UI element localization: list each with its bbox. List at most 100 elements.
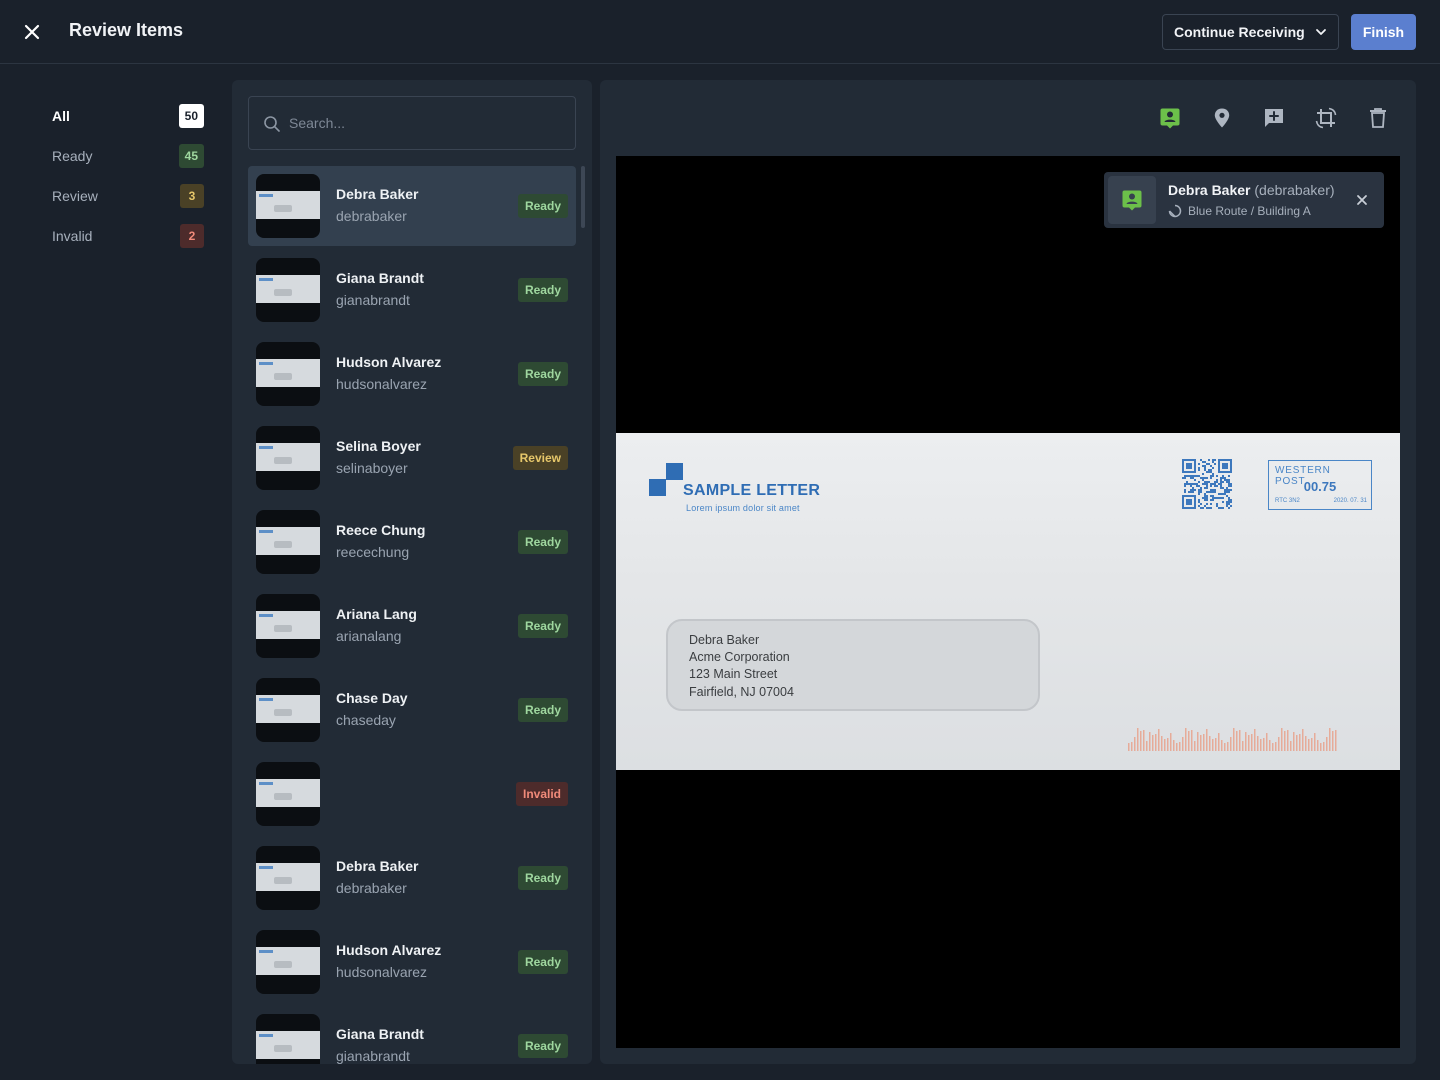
item-thumbnail (256, 678, 320, 742)
status-badge: Ready (517, 950, 568, 974)
add-comment-button[interactable] (1260, 104, 1288, 132)
thumbnail-envelope (256, 191, 320, 219)
address-line: Debra Baker (689, 633, 760, 647)
list-item[interactable]: Ariana Lang arianalang Ready (248, 586, 576, 666)
list-item[interactable]: Invalid (248, 754, 576, 834)
status-badge: Ready (517, 614, 568, 638)
item-name: Chase Day (336, 690, 408, 706)
thumbnail-envelope (256, 1031, 320, 1059)
item-username: gianabrandt (336, 1048, 410, 1064)
recipient-card: Debra Baker (debrabaker) Blue Route / Bu… (1104, 172, 1384, 228)
location-pin-icon (1214, 108, 1230, 128)
continue-receiving-button[interactable]: Continue Receiving (1162, 14, 1339, 50)
location-button[interactable] (1208, 104, 1236, 132)
close-icon (24, 24, 40, 40)
crop-rotate-button[interactable] (1312, 104, 1340, 132)
status-badge: Ready (517, 194, 568, 218)
item-thumbnail (256, 510, 320, 574)
search-box[interactable] (248, 96, 576, 150)
recipient-route: Blue Route / Building A (1188, 204, 1311, 218)
postage-stamp: WESTERN POST 00.75 RTC 3N2 2020. 07. 31 (1268, 460, 1372, 510)
add-comment-icon (1265, 109, 1283, 127)
status-filter-list: All 50 Ready 45 Review 3 Invalid 2 (36, 96, 216, 256)
status-badge: Ready (517, 866, 568, 890)
thumbnail-envelope (256, 947, 320, 975)
list-item[interactable]: Hudson Alvarez hudsonalvarez Ready (248, 922, 576, 1002)
assign-recipient-icon (1160, 108, 1180, 129)
item-detail-panel: SAMPLE LETTER Lorem ipsum dolor sit amet… (600, 80, 1416, 1064)
close-button[interactable] (18, 18, 46, 46)
item-thumbnail (256, 846, 320, 910)
filter-count-badge: 2 (180, 224, 204, 248)
status-badge: Ready (517, 1034, 568, 1058)
item-username: hudsonalvarez (336, 964, 428, 980)
item-thumbnail (256, 342, 320, 406)
item-name: Hudson Alvarez (336, 354, 442, 370)
recipient-name-text: Debra Baker (1168, 182, 1251, 198)
item-username: reecechung (336, 544, 410, 560)
envelope-image: SAMPLE LETTER Lorem ipsum dolor sit amet… (616, 433, 1400, 770)
item-list-panel: Debra Baker debrabaker Ready Giana Brandt gi… (232, 80, 592, 1064)
filter-label: All (52, 108, 70, 124)
list-scrollbar[interactable] (581, 166, 585, 228)
filter-all[interactable]: All 50 (36, 96, 216, 136)
assign-recipient-icon (1122, 190, 1142, 211)
address-line: Acme Corporation (689, 650, 790, 664)
filter-ready[interactable]: Ready 45 (36, 136, 216, 176)
item-thumbnail (256, 762, 320, 826)
filter-label: Invalid (52, 228, 93, 244)
list-item[interactable]: Debra Baker debrabaker Ready (248, 166, 576, 246)
finish-button[interactable]: Finish (1351, 14, 1416, 50)
list-item[interactable]: Chase Day chaseday Ready (248, 670, 576, 750)
filter-label: Review (52, 188, 98, 204)
item-username: gianabrandt (336, 292, 410, 308)
thumbnail-envelope (256, 443, 320, 471)
item-name: Selina Boyer (336, 438, 421, 454)
item-name: Reece Chung (336, 522, 426, 538)
recipient-avatar (1108, 176, 1156, 224)
qr-code-icon (1182, 459, 1232, 509)
thumbnail-envelope (256, 779, 320, 807)
page-title: Review Items (69, 20, 184, 40)
continue-receiving-label: Continue Receiving (1174, 24, 1305, 40)
address-line: Fairfield, NJ 07004 (689, 685, 794, 699)
recipient-name: Debra Baker (debrabaker) (1168, 182, 1335, 198)
item-thumbnail (256, 1014, 320, 1064)
list-item[interactable]: Giana Brandt gianabrandt Ready (248, 1006, 576, 1064)
stamp-amount: 00.75 (1303, 479, 1337, 494)
list-item[interactable]: Hudson Alvarez hudsonalvarez Ready (248, 334, 576, 414)
status-badge: Review (512, 446, 568, 470)
filter-count-badge: 45 (178, 144, 204, 168)
address-line: 123 Main Street (689, 667, 778, 681)
status-badge: Invalid (515, 782, 568, 806)
item-thumbnail (256, 426, 320, 490)
close-icon[interactable] (1354, 192, 1370, 208)
status-badge: Ready (517, 698, 568, 722)
filter-invalid[interactable]: Invalid 2 (36, 216, 216, 256)
image-viewer[interactable]: SAMPLE LETTER Lorem ipsum dolor sit amet… (616, 156, 1400, 1048)
filter-count-badge: 50 (178, 104, 204, 128)
thumbnail-envelope (256, 527, 320, 555)
item-name: Debra Baker (336, 858, 419, 874)
delete-icon (1370, 108, 1386, 128)
stamp-code: RTC 3N2 (1275, 498, 1300, 504)
item-username: debrabaker (336, 880, 407, 896)
list-item[interactable]: Giana Brandt gianabrandt Ready (248, 250, 576, 330)
stamp-date: 2020. 07. 31 (1333, 498, 1367, 504)
top-bar: Review Items Continue Receiving Finish (0, 0, 1440, 64)
item-username: chaseday (336, 712, 396, 728)
assign-recipient-button[interactable] (1156, 104, 1184, 132)
item-username: selinaboyer (336, 460, 408, 476)
list-item[interactable]: Reece Chung reecechung Ready (248, 502, 576, 582)
thumbnail-envelope (256, 863, 320, 891)
search-icon (264, 116, 280, 132)
delete-button[interactable] (1364, 104, 1392, 132)
filter-review[interactable]: Review 3 (36, 176, 216, 216)
item-username: hudsonalvarez (336, 376, 428, 392)
thumbnail-envelope (256, 695, 320, 723)
chevron-down-icon (1316, 29, 1326, 35)
list-item[interactable]: Selina Boyer selinaboyer Review (248, 418, 576, 498)
list-item[interactable]: Debra Baker debrabaker Ready (248, 838, 576, 918)
search-input[interactable] (289, 97, 569, 149)
thumbnail-envelope (256, 359, 320, 387)
